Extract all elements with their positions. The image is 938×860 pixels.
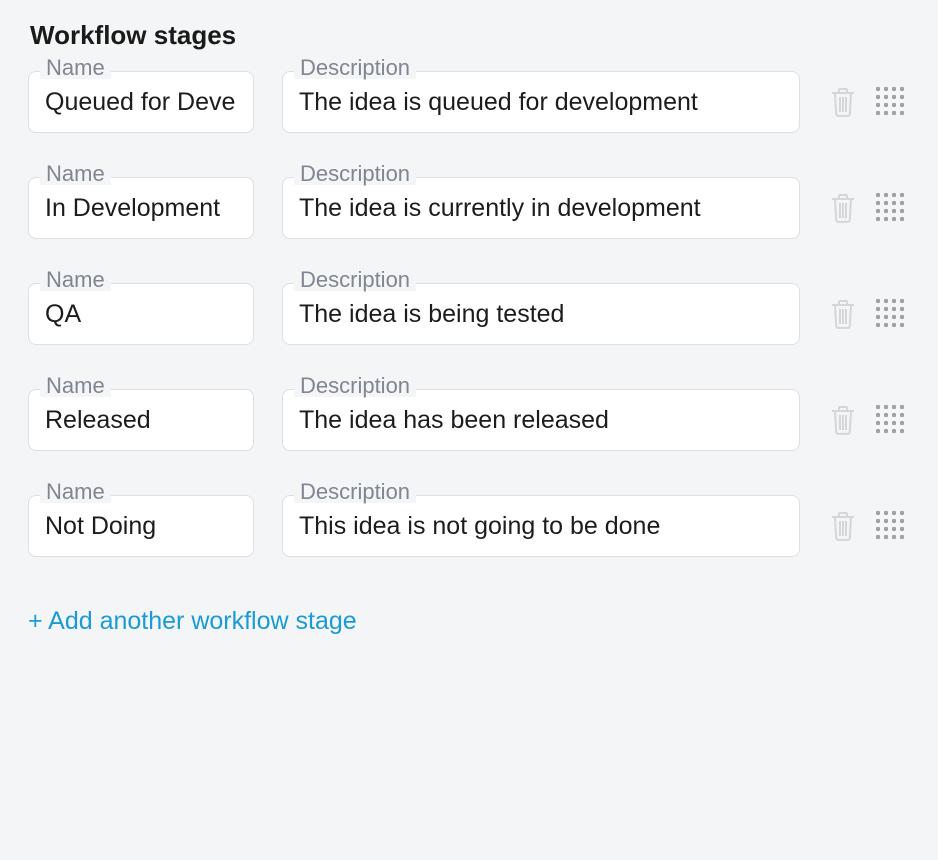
name-input[interactable] [28,389,254,451]
row-actions [828,509,910,543]
stage-row: Name Description [28,389,910,451]
add-stage-link[interactable]: + Add another workflow stage [28,607,357,636]
name-label: Name [40,481,111,503]
stage-row: Name Description [28,177,910,239]
description-label: Description [294,57,416,79]
name-input[interactable] [28,177,254,239]
description-label: Description [294,163,416,185]
description-label: Description [294,481,416,503]
trash-icon[interactable] [828,191,858,225]
trash-icon[interactable] [828,509,858,543]
name-label: Name [40,269,111,291]
description-input[interactable] [282,495,800,557]
name-label: Name [40,57,111,79]
row-actions [828,297,910,331]
stage-row: Name Description [28,71,910,133]
description-field: Description [282,177,800,239]
row-actions [828,191,910,225]
drag-handle-icon[interactable] [876,299,906,329]
stage-row: Name Description [28,283,910,345]
description-input[interactable] [282,283,800,345]
name-input[interactable] [28,283,254,345]
description-input[interactable] [282,177,800,239]
trash-icon[interactable] [828,297,858,331]
description-input[interactable] [282,389,800,451]
description-input[interactable] [282,71,800,133]
drag-handle-icon[interactable] [876,511,906,541]
description-field: Description [282,389,800,451]
trash-icon[interactable] [828,85,858,119]
name-input[interactable] [28,495,254,557]
drag-handle-icon[interactable] [876,405,906,435]
description-field: Description [282,283,800,345]
name-field: Name [28,71,254,133]
name-field: Name [28,389,254,451]
name-field: Name [28,177,254,239]
description-field: Description [282,495,800,557]
description-label: Description [294,375,416,397]
drag-handle-icon[interactable] [876,193,906,223]
name-label: Name [40,375,111,397]
stage-row: Name Description [28,495,910,557]
workflow-stages-section: Workflow stages Name Description [0,0,938,646]
name-label: Name [40,163,111,185]
row-actions [828,85,910,119]
trash-icon[interactable] [828,403,858,437]
description-field: Description [282,71,800,133]
name-field: Name [28,283,254,345]
section-title: Workflow stages [30,20,910,51]
description-label: Description [294,269,416,291]
name-field: Name [28,495,254,557]
name-input[interactable] [28,71,254,133]
drag-handle-icon[interactable] [876,87,906,117]
row-actions [828,403,910,437]
